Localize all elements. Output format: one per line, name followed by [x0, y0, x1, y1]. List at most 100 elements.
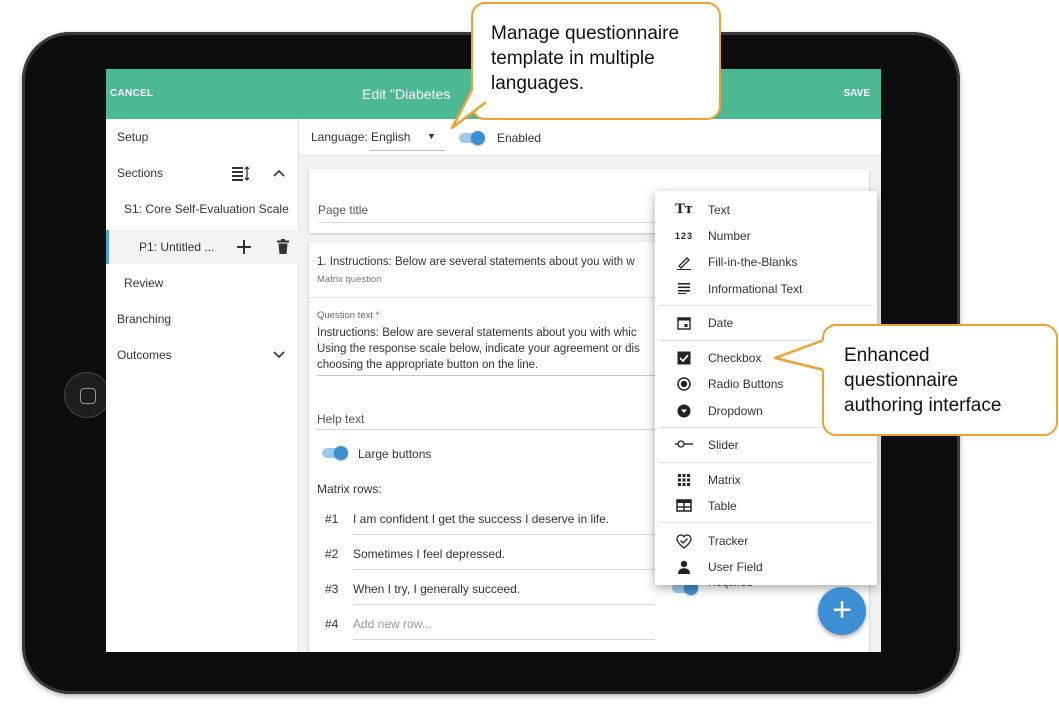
menu-item-table[interactable]: Table: [655, 493, 877, 519]
save-button[interactable]: SAVE: [844, 88, 871, 99]
menu-item-matrix[interactable]: Matrix: [655, 467, 877, 493]
sidebar-item-label: Review: [124, 276, 164, 290]
plus-icon: +: [832, 591, 852, 629]
lines-icon: [675, 282, 693, 297]
dropdown-caret-icon[interactable]: ▼: [427, 131, 436, 141]
language-select[interactable]: Language: English: [311, 130, 410, 144]
callout-line: Enhanced: [844, 345, 930, 366]
sidebar-item-label: Branching: [117, 312, 172, 326]
chevron-down-icon[interactable]: [272, 349, 286, 363]
menu-item-text[interactable]: Tт Text: [655, 197, 877, 223]
row-text-input[interactable]: Sometimes I feel depressed.: [353, 547, 505, 561]
stage: CANCEL Edit "Diabetes SAVE Setup Section…: [0, 0, 1059, 709]
sidebar-item-page-p1[interactable]: P1: Untitled ...: [106, 230, 299, 264]
trash-icon[interactable]: [277, 239, 289, 256]
large-buttons-toggle[interactable]: [322, 446, 348, 460]
menu-item-label: Fill-in-the-Blanks: [708, 255, 798, 269]
enabled-label: Enabled: [497, 131, 542, 145]
question-text-label: Question text *: [317, 310, 380, 321]
question-text-line: choosing the appropriate button on the l…: [317, 359, 539, 371]
tracker-icon: [675, 534, 693, 552]
help-text-input[interactable]: Help text: [317, 412, 364, 426]
callout-line: template in multiple: [491, 48, 655, 69]
sidebar-item-label: Sections: [117, 166, 164, 180]
row-number: #3: [325, 582, 339, 596]
matrix-row: #2 Sometimes I feel depressed.: [325, 547, 655, 573]
sidebar-item-branching[interactable]: Branching: [106, 304, 299, 334]
enabled-toggle[interactable]: [459, 131, 485, 145]
language-bar: Language: English ▼ Enabled: [299, 119, 881, 156]
menu-item-tracker[interactable]: Tracker: [655, 528, 877, 554]
language-underline: [369, 150, 445, 151]
text-icon: Tт: [675, 202, 693, 217]
home-button[interactable]: [64, 372, 110, 418]
callout-authoring-pointer: [773, 338, 825, 372]
toggle-knob: [334, 446, 348, 460]
row-number: #4: [325, 617, 339, 631]
reorder-icon[interactable]: [232, 166, 252, 184]
add-question-button[interactable]: +: [818, 587, 866, 635]
sidebar-item-setup[interactable]: Setup: [106, 122, 299, 152]
large-buttons-label: Large buttons: [358, 447, 432, 461]
slider-icon: [675, 438, 693, 453]
row-number: #1: [325, 512, 339, 526]
menu-item-label: User Field: [708, 560, 763, 574]
calendar-icon: [675, 316, 693, 333]
callout-authoring: Enhanced questionnaire authoring interfa…: [822, 324, 1058, 436]
help-text-underline: [317, 429, 657, 430]
question-text-line: Instructions: Below are several statemen…: [317, 327, 637, 339]
matrix-icon: [675, 473, 693, 490]
radio-icon: [675, 377, 693, 394]
question-text-field[interactable]: Instructions: Below are several statemen…: [317, 325, 657, 373]
matrix-row: #1 I am confident I get the success I de…: [325, 512, 655, 538]
matrix-row-new: #4 Add new row...: [325, 617, 655, 643]
sidebar-item-label: Setup: [117, 130, 149, 144]
menu-item-fill-in-the-blanks[interactable]: Fill-in-the-Blanks: [655, 249, 877, 275]
row-text-input[interactable]: I am confident I get the success I deser…: [353, 512, 609, 526]
menu-item-label: Checkbox: [708, 351, 762, 365]
add-icon[interactable]: [236, 239, 252, 257]
row-text-input[interactable]: When I try, I generally succeed.: [353, 582, 520, 596]
sidebar-item-label: P1: Untitled ...: [139, 240, 215, 254]
callout-languages: Manage questionnaire template in multipl…: [471, 2, 721, 120]
sidebar-item-label: S1: Core Self-Evaluation Scale: [124, 202, 289, 216]
dropdown-icon: [675, 404, 693, 421]
callout-line: Manage questionnaire: [491, 23, 680, 44]
add-row-input[interactable]: Add new row...: [353, 617, 432, 631]
row-number: #2: [325, 547, 339, 561]
sidebar-item-review[interactable]: Review: [106, 268, 299, 298]
table-icon: [675, 499, 693, 515]
sidebar-item-label: Outcomes: [117, 348, 172, 362]
menu-item-label: Table: [708, 499, 737, 513]
matrix-rows-label: Matrix rows:: [317, 482, 382, 496]
row-underline: [353, 534, 655, 535]
sidebar-item-sections[interactable]: Sections: [106, 158, 299, 188]
question-text-line: Using the response scale below, indicate…: [317, 343, 640, 355]
menu-item-informational-text[interactable]: Informational Text: [655, 276, 877, 302]
number-icon: 123: [675, 231, 694, 241]
callout-languages-pointer: [450, 86, 487, 130]
chevron-up-icon[interactable]: [272, 167, 286, 181]
checkbox-icon: [675, 351, 693, 368]
cancel-button[interactable]: CANCEL: [110, 88, 153, 99]
menu-item-label: Text: [708, 203, 731, 217]
menu-item-user-field[interactable]: User Field: [655, 554, 877, 580]
sidebar-item-section-s1[interactable]: S1: Core Self-Evaluation Scale: [106, 194, 299, 224]
pencil-icon: [675, 255, 693, 273]
callout-line: questionnaire: [844, 370, 959, 391]
menu-divider: [659, 462, 873, 463]
question-text-underline: [317, 375, 657, 376]
menu-item-label: Slider: [708, 438, 739, 452]
menu-item-number[interactable]: 123 Number: [655, 223, 877, 249]
menu-item-label: Date: [708, 316, 734, 330]
page-title-input[interactable]: Page title: [318, 203, 368, 217]
sidebar: Setup Sections S1: Core Self-Evaluation …: [106, 119, 299, 652]
user-icon: [675, 560, 693, 577]
menu-item-label: Dropdown: [708, 404, 763, 418]
menu-item-label: Informational Text: [708, 282, 803, 296]
question-title[interactable]: 1. Instructions: Below are several state…: [317, 256, 635, 268]
menu-item-label: Tracker: [708, 534, 749, 548]
menu-item-label: Matrix: [708, 473, 741, 487]
menu-item-label: Radio Buttons: [708, 377, 784, 391]
sidebar-item-outcomes[interactable]: Outcomes: [106, 340, 299, 370]
